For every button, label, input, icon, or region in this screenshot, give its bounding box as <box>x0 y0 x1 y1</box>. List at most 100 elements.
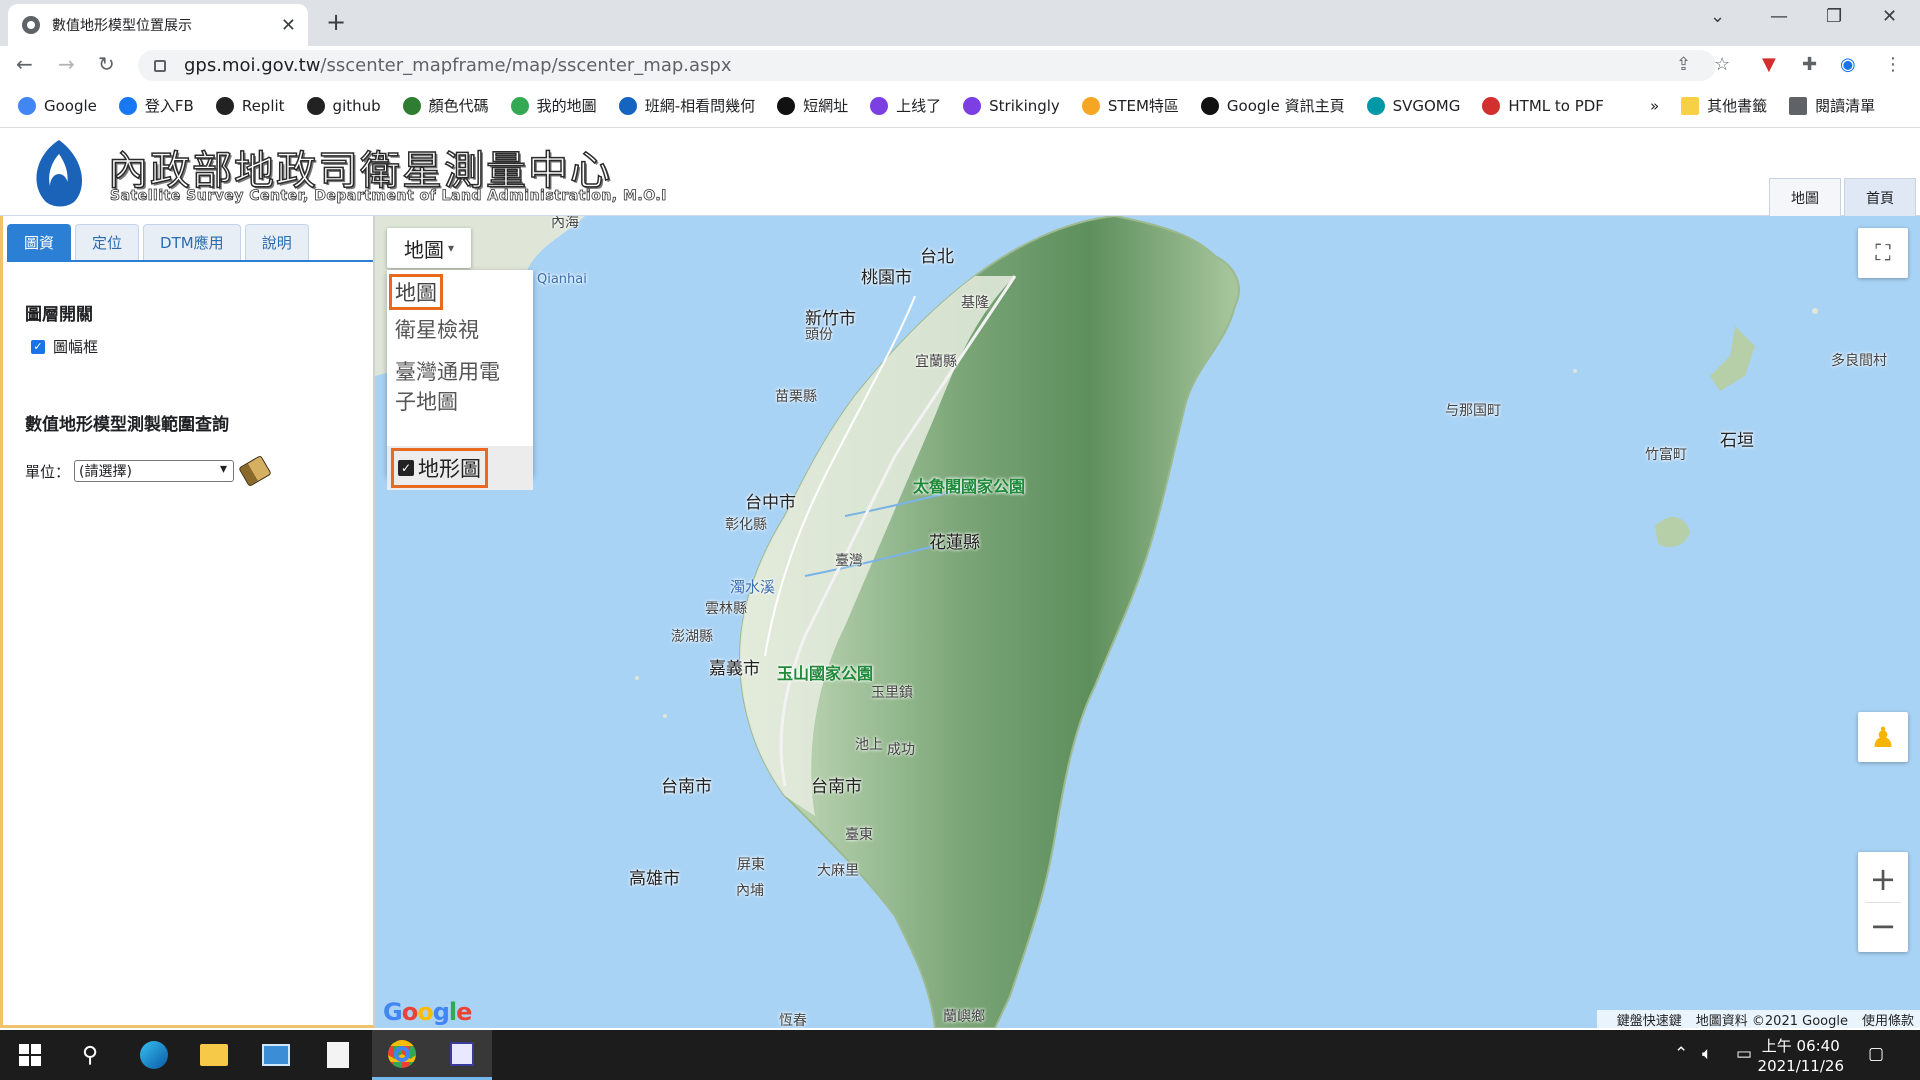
label-lanyu: 蘭嶼鄉 <box>943 1009 985 1025</box>
layer-toggle-heading: 圖層開關 <box>25 305 93 325</box>
bookmark-item[interactable]: SVGOMG <box>1366 96 1461 115</box>
app-window-icon[interactable] <box>432 1030 492 1080</box>
back-button[interactable]: ← <box>16 52 33 76</box>
reading-list-button[interactable]: 閱讀清單 <box>1789 95 1875 116</box>
bookmark-favicon-icon <box>777 96 796 115</box>
start-button[interactable] <box>0 1030 60 1080</box>
other-bookmarks-folder[interactable]: 其他書籤 <box>1681 95 1767 116</box>
bookmark-item[interactable]: STEM特區 <box>1081 95 1179 116</box>
windows-taskbar: ⚲ ⌃ 🔈︎ ▭ 上午 06:40 2021/11/26 ▢ <box>0 1030 1920 1080</box>
address-bar[interactable]: gps.moi.gov.tw/sscenter_mapframe/map/ssc… <box>138 50 1716 81</box>
map-data-text: 地圖資料 ©2021 Google <box>1695 1013 1848 1029</box>
volume-icon[interactable]: 🔈︎ <box>1702 1044 1712 1064</box>
bookmark-item[interactable]: Google 資訊主頁 <box>1200 95 1345 116</box>
file-explorer-icon[interactable] <box>184 1030 244 1080</box>
new-tab-button[interactable]: + <box>326 8 346 36</box>
label-chiayi: 嘉義市 <box>709 659 760 679</box>
unit-select[interactable]: (請選擇) <box>74 460 235 482</box>
show-hidden-icons[interactable]: ⌃ <box>1674 1044 1688 1064</box>
profile-avatar-icon[interactable]: ◉ <box>1840 54 1856 75</box>
site-subtitle: Satellite Survey Center, Department of L… <box>110 188 667 205</box>
header-tab-home[interactable]: 首頁 <box>1844 178 1916 216</box>
extension-shield-icon[interactable]: ▼ <box>1762 54 1776 75</box>
bookmark-label: SVGOMG <box>1392 96 1461 115</box>
menu-item-emap-line2[interactable]: 子地圖 <box>395 386 458 416</box>
sheet-frame-toggle[interactable]: ✓ 圖幅框 <box>31 336 98 357</box>
other-bookmarks-folder-label: 其他書籤 <box>1707 97 1768 115</box>
globe-icon <box>22 16 40 34</box>
label-yilan: 宜蘭縣 <box>915 354 957 370</box>
forward-button[interactable]: → <box>58 52 75 76</box>
search-icon[interactable]: ⚲ <box>60 1030 120 1080</box>
extensions-puzzle-icon[interactable]: ✚ <box>1802 54 1817 75</box>
edge-browser-icon[interactable] <box>124 1030 184 1080</box>
checkbox[interactable]: ✓ <box>31 339 45 354</box>
reading-list-icon <box>1789 96 1808 115</box>
header-tab-map[interactable]: 地圖 <box>1769 178 1841 216</box>
google-logo[interactable]: Google <box>383 998 472 1026</box>
label-taketomi: 竹富町 <box>1645 447 1687 463</box>
bookmark-item[interactable]: Replit <box>215 96 285 115</box>
bookmark-item[interactable]: 上线了 <box>870 95 941 116</box>
zoom-in-button[interactable]: + <box>1870 856 1897 902</box>
restore-button[interactable]: ❐ <box>1826 6 1842 27</box>
minimize-button[interactable]: — <box>1770 6 1788 27</box>
bookmark-item[interactable]: 班網-相看問幾何 <box>618 95 755 116</box>
bookmarks-overflow-button[interactable]: » <box>1650 97 1659 115</box>
bookmarks-overflow-button-label: » <box>1649 96 1660 115</box>
map-type-menu: 地圖 衛星檢視 臺灣通用電 子地圖 ✓ 地形圖 <box>387 270 533 490</box>
menu-item-terrain-row[interactable]: ✓ 地形圖 <box>387 446 533 490</box>
address-bar-row: ← → ↻ gps.moi.gov.tw/sscenter_mapframe/m… <box>0 46 1920 84</box>
bookmark-favicon-icon <box>1482 96 1501 115</box>
bookmark-item[interactable]: HTML to PDF <box>1482 96 1604 115</box>
tab-layers[interactable]: 圖資 <box>7 224 72 260</box>
bookmark-item[interactable]: github <box>306 96 381 115</box>
satellite-center-logo-icon <box>36 140 82 207</box>
tab-dtm[interactable]: DTM應用 <box>143 224 241 260</box>
system-clock[interactable]: 上午 06:40 2021/11/26 <box>1758 1036 1844 1076</box>
terms-link[interactable]: 使用條款 <box>1862 1010 1914 1029</box>
bookmark-item[interactable]: Strikingly <box>963 96 1060 115</box>
close-window-button[interactable]: ✕ <box>1882 6 1897 27</box>
map-type-button[interactable]: 地圖 <box>387 228 471 268</box>
browser-tab[interactable]: 數值地形模型位置展示 ✕ <box>8 4 308 46</box>
control-panel-icon[interactable] <box>246 1030 306 1080</box>
label-tainan-city: 台南市 <box>661 777 712 797</box>
bookmark-item[interactable]: 顏色代碼 <box>402 95 489 116</box>
tab-locate[interactable]: 定位 <box>75 224 140 260</box>
menu-item-satellite[interactable]: 衛星檢視 <box>395 314 479 344</box>
unit-row: 單位： (請選擇) <box>25 454 272 488</box>
label-miaoli: 苗栗縣 <box>775 389 817 405</box>
close-tab-icon[interactable]: ✕ <box>281 15 296 36</box>
zoom-out-button[interactable]: − <box>1870 903 1897 949</box>
label-zhuoshui: 濁水溪 <box>730 578 776 596</box>
reload-button[interactable]: ↻ <box>98 52 115 76</box>
notepad-app-icon[interactable] <box>308 1030 368 1080</box>
map-canvas[interactable]: 台北 桃園市 基隆 新竹市 頭份 宜蘭縣 苗栗縣 太魯閣國家公園 台中市 彰化縣… <box>375 216 1920 1028</box>
bookmark-favicon-icon <box>510 96 529 115</box>
bookmark-item[interactable]: 我的地圖 <box>510 95 597 116</box>
lock-icon[interactable] <box>154 59 166 72</box>
tab-help[interactable]: 說明 <box>244 224 309 260</box>
keyboard-shortcuts-link[interactable]: 鍵盤快速鍵 <box>1617 1010 1682 1029</box>
eraser-icon[interactable] <box>238 454 272 488</box>
notification-icon[interactable]: ▢ <box>1868 1044 1884 1064</box>
bookmark-item[interactable]: Google <box>18 96 97 115</box>
bookmark-star-icon[interactable]: ☆ <box>1714 54 1730 75</box>
browser-tab-strip: 數值地形模型位置展示 ✕ + ⌄ — ❐ ✕ <box>0 0 1920 46</box>
menu-item-map[interactable]: 地圖 <box>389 274 443 310</box>
tab-search-icon[interactable]: ⌄ <box>1710 6 1725 27</box>
menu-kebab-icon[interactable]: ⋮ <box>1884 54 1902 75</box>
terrain-toggle[interactable]: ✓ 地形圖 <box>391 448 488 488</box>
menu-item-emap-line1[interactable]: 臺灣通用電 <box>395 356 500 386</box>
fullscreen-button[interactable]: ⛶ <box>1858 228 1908 278</box>
terrain-checkbox[interactable]: ✓ <box>398 460 414 476</box>
street-view-pegman-icon[interactable]: ♟ <box>1858 712 1908 762</box>
bookmark-item[interactable]: 登入FB <box>118 95 194 116</box>
chrome-taskbar-icon[interactable] <box>372 1030 432 1080</box>
bookmark-item[interactable]: 短網址 <box>777 95 848 116</box>
network-icon[interactable]: ▭ <box>1736 1044 1752 1064</box>
share-icon[interactable]: ⇪ <box>1676 54 1691 75</box>
label-chenggong: 成功 <box>887 742 915 758</box>
map-attribution: 鍵盤快速鍵 地圖資料 ©2021 Google 使用條款 <box>1596 1010 1920 1029</box>
